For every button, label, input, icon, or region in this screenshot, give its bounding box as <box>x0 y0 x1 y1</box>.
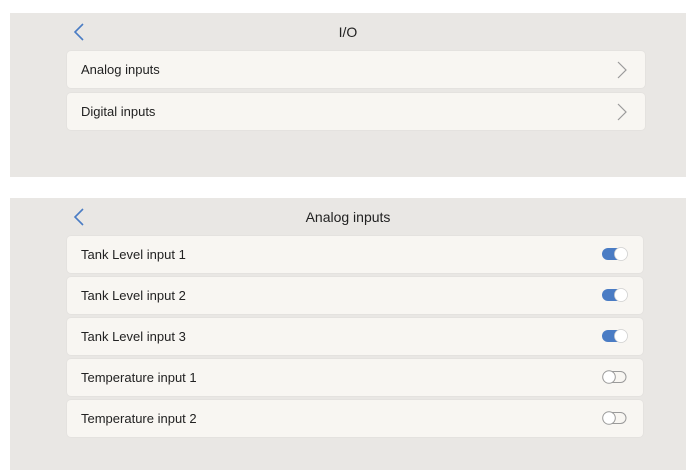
toggle-on-icon[interactable] <box>602 288 628 302</box>
io-screen: I/O Analog inputs Digital inputs <box>10 13 686 177</box>
toggle-off-icon[interactable] <box>602 411 628 425</box>
list-item-label: Temperature input 1 <box>81 370 197 385</box>
menu-item-label: Digital inputs <box>81 104 156 119</box>
list-item-tank-level-2: Tank Level input 2 <box>67 277 643 314</box>
chevron-right-icon <box>617 61 627 79</box>
page-title: Analog inputs <box>305 209 391 225</box>
list-item-label: Tank Level input 1 <box>81 247 186 262</box>
chevron-right-icon <box>617 103 627 121</box>
list-item-tank-level-1: Tank Level input 1 <box>67 236 643 273</box>
toggle-off-icon[interactable] <box>602 370 628 384</box>
toggle-on-icon[interactable] <box>602 247 628 261</box>
menu-item-label: Analog inputs <box>81 62 160 77</box>
list-item-tank-level-3: Tank Level input 3 <box>67 318 643 355</box>
list-item-label: Tank Level input 2 <box>81 288 186 303</box>
io-header: I/O <box>10 13 686 51</box>
menu-item-analog-inputs[interactable]: Analog inputs <box>67 51 645 88</box>
list-item-temperature-1: Temperature input 1 <box>67 359 643 396</box>
toggle-on-icon[interactable] <box>602 329 628 343</box>
analog-inputs-screen: Analog inputs Tank Level input 1 Tank Le… <box>10 198 686 470</box>
list-item-label: Temperature input 2 <box>81 411 197 426</box>
list-item-label: Tank Level input 3 <box>81 329 186 344</box>
page-title: I/O <box>338 24 358 40</box>
menu-item-digital-inputs[interactable]: Digital inputs <box>67 93 645 130</box>
analog-header: Analog inputs <box>10 198 686 236</box>
list-item-temperature-2: Temperature input 2 <box>67 400 643 437</box>
